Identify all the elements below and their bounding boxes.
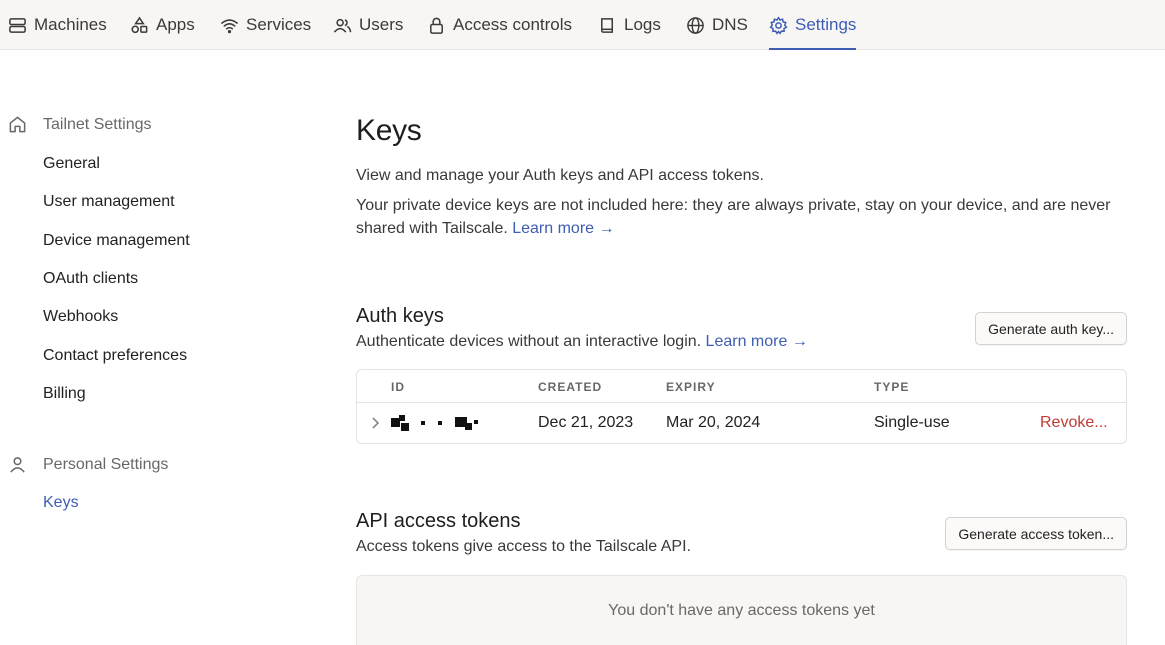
auth-keys-subtitle: Authenticate devices without an interact… (356, 333, 808, 351)
expiry-date: Mar 20, 2024 (666, 414, 761, 431)
sidebar-item-general[interactable]: General (43, 155, 100, 173)
private-keys-text: Your private device keys are not include… (356, 197, 1111, 237)
globe-icon (687, 16, 704, 34)
column-header-created: CREATED (538, 380, 603, 394)
auth-keys-title: Auth keys (356, 305, 444, 327)
generate-access-token-button[interactable]: Generate access token... (945, 517, 1127, 550)
created-date: Dec 21, 2023 (538, 414, 634, 431)
users-icon (333, 18, 352, 33)
column-header-id: ID (391, 380, 405, 394)
auth-keys-learn-more-link[interactable]: Learn more → (706, 333, 808, 350)
sidebar-item-oauth-clients[interactable]: OAuth clients (43, 270, 138, 288)
api-tokens-title: API access tokens (356, 510, 521, 532)
nav-label-access-controls: Access controls (453, 15, 573, 34)
machines-icon (9, 17, 26, 33)
nav-label-logs: Logs (624, 15, 661, 34)
sidebar-item-keys[interactable]: Keys (43, 494, 79, 512)
tailnet-settings-title: Tailnet Settings (43, 115, 152, 133)
nav-label-settings: Settings (795, 15, 857, 34)
empty-tokens-panel: You don't have any access tokens yet (356, 575, 1127, 645)
api-tokens-subtitle: Access tokens give access to the Tailsca… (356, 538, 691, 555)
auth-keys-description: Authenticate devices without an interact… (356, 333, 702, 350)
nav-access-controls[interactable]: Access controls (427, 0, 572, 50)
lock-icon (430, 17, 443, 34)
redacted-key-id (391, 415, 481, 433)
empty-tokens-message: You don't have any access tokens yet (608, 602, 875, 619)
personal-settings-header: Personal Settings (8, 455, 168, 474)
book-icon (601, 17, 614, 33)
table-header: ID CREATED EXPIRY TYPE (357, 370, 1126, 403)
user-icon (10, 457, 25, 473)
nav-apps[interactable]: Apps (130, 0, 195, 50)
page-title: Keys (356, 114, 422, 147)
nav-label-services: Services (246, 15, 312, 34)
sidebar-item-billing[interactable]: Billing (43, 385, 86, 403)
sidebar-item-contact-preferences[interactable]: Contact preferences (43, 347, 187, 365)
nav-dns[interactable]: DNS (686, 0, 748, 50)
column-header-expiry: EXPIRY (666, 380, 716, 394)
sidebar-item-device-management[interactable]: Device management (43, 232, 190, 250)
home-icon (9, 116, 26, 133)
nav-label-dns: DNS (712, 15, 748, 34)
wifi-icon (221, 18, 238, 33)
column-header-type: TYPE (874, 380, 910, 394)
key-type: Single-use (874, 414, 950, 431)
learn-more-link[interactable]: Learn more → (512, 220, 614, 237)
table-row[interactable]: Dec 21, 2023 Mar 20, 2024 Single-use Rev… (357, 403, 1126, 443)
settings-sidebar: Tailnet Settings General User management… (0, 50, 330, 645)
nav-logs[interactable]: Logs (598, 0, 661, 50)
gear-icon (769, 15, 788, 35)
personal-settings-title: Personal Settings (43, 455, 169, 473)
apps-icon (131, 16, 148, 33)
nav-label-machines: Machines (34, 15, 107, 34)
intro-text: View and manage your Auth keys and API a… (356, 167, 764, 184)
sidebar-item-user-management[interactable]: User management (43, 193, 175, 211)
generate-auth-key-button[interactable]: Generate auth key... (975, 312, 1127, 345)
nav-label-apps: Apps (156, 15, 195, 34)
auth-keys-table: ID CREATED EXPIRY TYPE Dec 21, 2023 Mar … (356, 369, 1127, 444)
nav-settings[interactable]: Settings (769, 0, 857, 50)
nav-machines[interactable]: Machines (8, 0, 107, 50)
sidebar-item-webhooks[interactable]: Webhooks (43, 308, 118, 326)
private-keys-note: Your private device keys are not include… (356, 194, 1127, 240)
revoke-button[interactable]: Revoke... (1040, 414, 1108, 432)
nav-services[interactable]: Services (220, 0, 311, 50)
nav-label-users: Users (359, 15, 404, 34)
chevron-right-icon[interactable] (369, 416, 381, 430)
tailnet-settings-header: Tailnet Settings (8, 115, 152, 134)
top-navigation: Machines Apps Services Users Access cont… (0, 0, 1165, 50)
nav-users[interactable]: Users (333, 0, 403, 50)
